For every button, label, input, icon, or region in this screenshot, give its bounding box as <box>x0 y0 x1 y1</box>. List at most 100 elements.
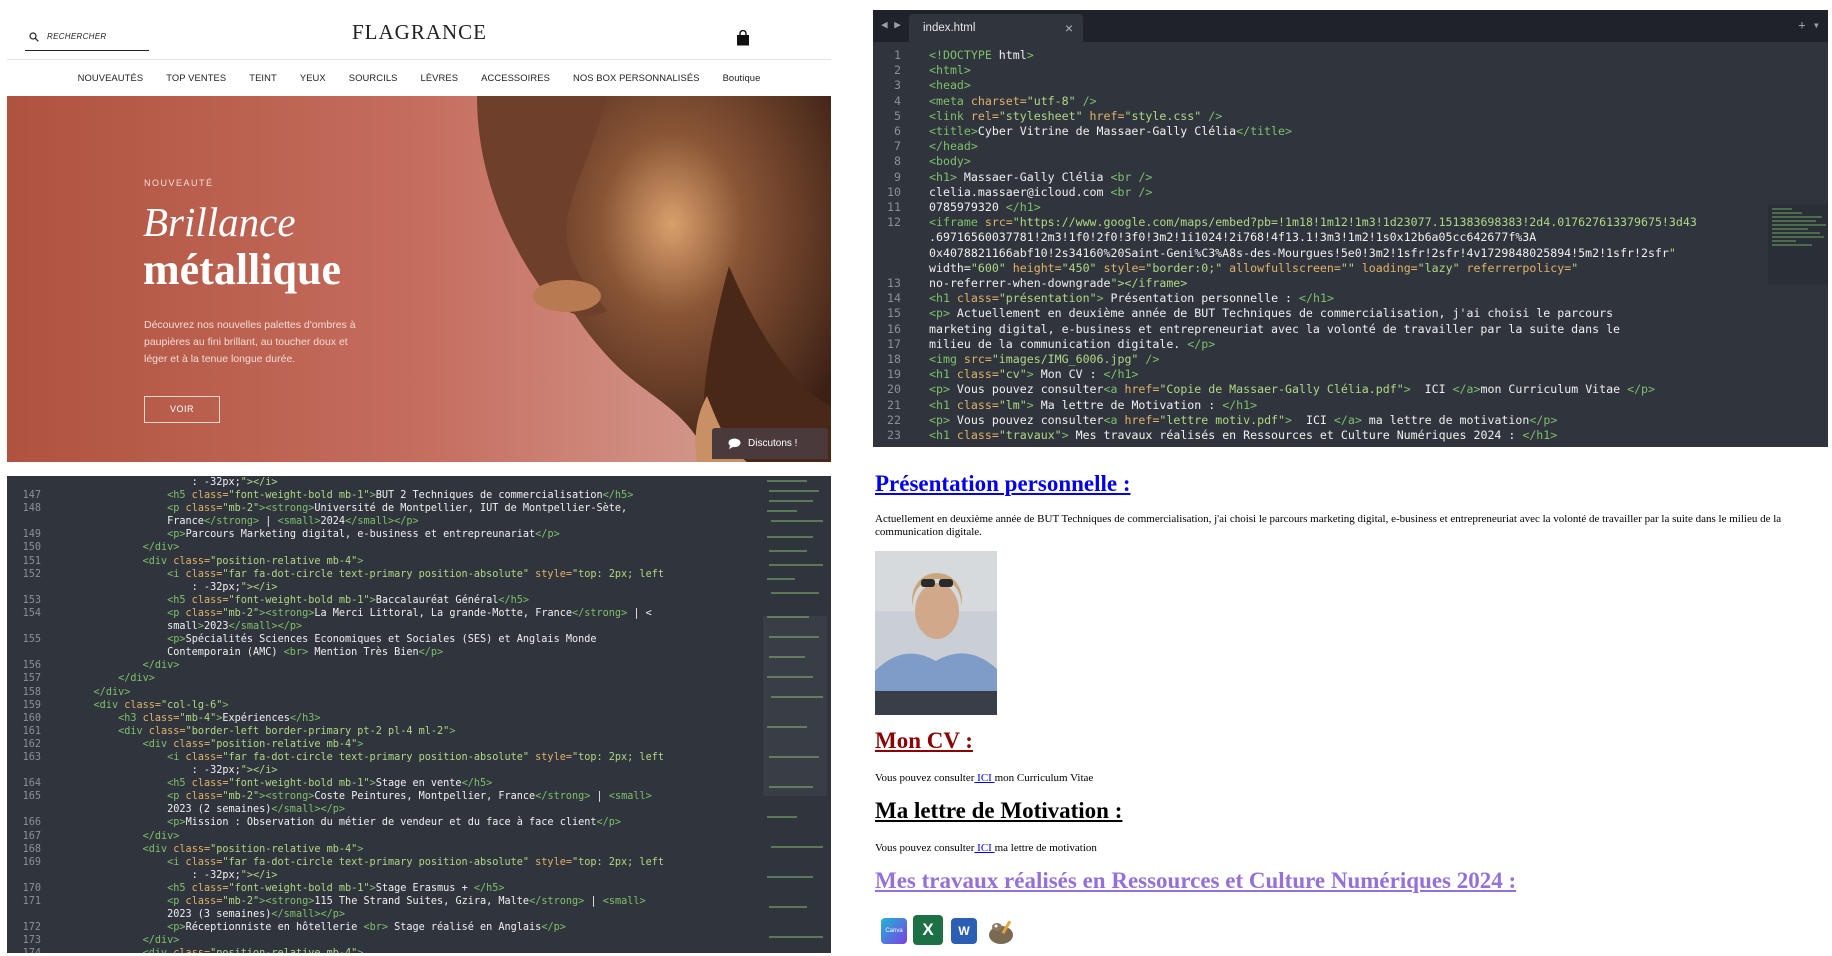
code-line[interactable]: </div> <box>69 541 759 554</box>
code-line[interactable]: </div> <box>69 686 759 699</box>
code-area[interactable]: <!DOCTYPE html> <html> <head> <meta charset… <box>929 48 1749 443</box>
code-line[interactable]: Contemporain (AMC) <br> Mention Très Bie… <box>69 646 759 659</box>
line-number-gutter: 147 148 149 150 151 152 153 154 155 156 157 158… <box>7 476 41 953</box>
code-line[interactable]: <p>Spécialités Sciences Economiques et S… <box>69 633 759 646</box>
code-line[interactable]: <iframe src="https://www.google.com/maps… <box>929 215 1749 230</box>
code-line[interactable]: </head> <box>929 139 1749 154</box>
code-line[interactable]: <i class="far fa-dot-circle text-primary… <box>69 568 759 581</box>
code-line[interactable]: <div class="position-relative mb-4"> <box>69 947 759 953</box>
code-line[interactable]: <link rel="stylesheet" href="style.css" … <box>929 109 1749 124</box>
code-line[interactable]: </div> <box>69 672 759 685</box>
code-line[interactable]: <p class="mb-2"><strong>115 The Strand S… <box>69 895 759 908</box>
code-line[interactable]: <p class="mb-2"><strong>Coste Peintures,… <box>69 790 759 803</box>
code-line[interactable]: : -32px;"></i> <box>69 869 759 882</box>
tab-index-html[interactable]: index.html × <box>909 14 1083 42</box>
code-line[interactable]: </div> <box>69 659 759 672</box>
code-line[interactable]: <head> <box>929 78 1749 93</box>
search-bar[interactable] <box>25 29 149 51</box>
code-area[interactable]: : -32px;"></i> <h5 class="font-weight-bo… <box>69 476 759 953</box>
code-line[interactable]: 0x4078821166abf10!2s34160%20Saint-Geni%C… <box>929 246 1749 261</box>
code-line[interactable]: <p>Réceptionniste en hôtellerie <br> Sta… <box>69 921 759 934</box>
code-line[interactable]: : -32px;"></i> <box>69 581 759 594</box>
code-line[interactable]: <p>Mission : Observation du métier de ve… <box>69 816 759 829</box>
code-line[interactable]: 2023 (3 semaines)</small></p> <box>69 908 759 921</box>
nav-item-accessoires[interactable]: ACCESSOIRES <box>470 72 562 92</box>
code-line[interactable]: <title>Cyber Vitrine de Massaer-Gally Cl… <box>929 124 1749 139</box>
code-line[interactable]: width="600" height="450" style="border:0… <box>929 261 1749 276</box>
code-line[interactable]: clelia.massaer@icloud.com <br /> <box>929 185 1749 200</box>
code-line[interactable]: : -32px;"></i> <box>69 476 759 489</box>
minimap[interactable] <box>1768 42 1828 447</box>
nav-item-boutique[interactable]: Boutique <box>711 72 772 92</box>
line-number: 1 <box>894 48 901 62</box>
search-input[interactable] <box>45 31 149 42</box>
code-line[interactable]: <!DOCTYPE html> <box>929 48 1749 63</box>
code-line[interactable]: <p> Vous pouvez consulter<a href="Copie … <box>929 382 1749 397</box>
code-line[interactable]: .69716560037781!2m3!1f0!2f0!3f0!3m2!1i10… <box>929 230 1749 245</box>
code-line[interactable]: </div> <box>69 934 759 947</box>
code-line[interactable]: <h1 class="travaux"> Mes travaux réalisé… <box>929 428 1749 443</box>
code-line[interactable]: <h3 class="mb-4">Expériences</h3> <box>69 712 759 725</box>
line-number <box>7 764 41 777</box>
code-line[interactable]: <i class="far fa-dot-circle text-primary… <box>69 856 759 869</box>
nav-item-teint[interactable]: TEINT <box>238 72 289 92</box>
code-line[interactable]: <div class="border-left border-primary p… <box>69 725 759 738</box>
brand-logo[interactable]: FLAGRANCE <box>352 20 486 45</box>
nav-item-sourcils[interactable]: SOURCILS <box>337 72 409 92</box>
code-line[interactable]: no-referrer-when-downgrade"></iframe> <box>929 276 1749 291</box>
code-line[interactable]: <div class="position-relative mb-4"> <box>69 555 759 568</box>
code-line[interactable]: : -32px;"></i> <box>69 764 759 777</box>
code-line[interactable]: <p class="mb-2"><strong>Université de Mo… <box>69 502 759 515</box>
code-line[interactable]: <h5 class="font-weight-bold mb-1">Stage … <box>69 777 759 790</box>
chat-label: Discutons ! <box>748 438 798 449</box>
close-icon[interactable]: × <box>1065 14 1073 42</box>
line-number <box>7 646 41 659</box>
tab-nav-arrows-icon[interactable]: ◀ ▶ <box>881 18 901 31</box>
code-line[interactable]: <i class="far fa-dot-circle text-primary… <box>69 751 759 764</box>
nav-item-levres[interactable]: LÈVRES <box>409 72 470 92</box>
code-line[interactable]: 0785979320 </h1> <box>929 200 1749 215</box>
code-line[interactable]: <h5 class="font-weight-bold mb-1">BUT 2 … <box>69 489 759 502</box>
code-line[interactable]: <div class="col-lg-6"> <box>69 699 759 712</box>
code-line[interactable]: <meta charset="utf-8" /> <box>929 94 1749 109</box>
cv-link[interactable]: ICI <box>974 772 994 784</box>
minimap[interactable] <box>759 476 831 953</box>
nav-item-yeux[interactable]: YEUX <box>288 72 337 92</box>
code-line[interactable]: <h5 class="font-weight-bold mb-1">Baccal… <box>69 594 759 607</box>
code-line[interactable]: <html> <box>929 63 1749 78</box>
code-line[interactable]: <img src="images/IMG_6006.jpg" /> <box>929 352 1749 367</box>
code-editor-cv: 147 148 149 150 151 152 153 154 155 156 157 158… <box>7 476 831 953</box>
voir-button[interactable]: VOIR <box>144 396 220 423</box>
code-line[interactable]: small>2023</small></p> <box>69 620 759 633</box>
code-line[interactable]: <h1 class="présentation"> Présentation p… <box>929 291 1749 306</box>
code-line[interactable]: <p> Actuellement en deuxième année de BU… <box>929 306 1749 321</box>
line-number: 20 <box>887 382 901 397</box>
editor-body[interactable]: 147 148 149 150 151 152 153 154 155 156 157 158… <box>7 476 831 953</box>
code-line[interactable]: <h1 class="cv"> Mon CV : </h1> <box>929 367 1749 382</box>
nav-item-box[interactable]: NOS BOX PERSONNALISÉS <box>561 72 711 92</box>
line-number: 10 <box>887 184 901 199</box>
nav-item-nouveautes[interactable]: NOUVEAUTÉS <box>66 72 155 92</box>
shopping-bag-icon[interactable] <box>736 30 750 46</box>
code-line[interactable]: France</strong> | <small>2024</small></p… <box>69 515 759 528</box>
tab-actions-icon[interactable]: + ▾ <box>1798 18 1820 32</box>
code-line[interactable]: <h5 class="font-weight-bold mb-1">Stage … <box>69 882 759 895</box>
code-line[interactable]: <div class="position-relative mb-4"> <box>69 738 759 751</box>
code-line[interactable]: <p> Vous pouvez consulter<a href="lettre… <box>929 413 1749 428</box>
code-line[interactable]: <p>Parcours Marketing digital, e-busines… <box>69 528 759 541</box>
code-line[interactable]: <div class="position-relative mb-4"> <box>69 843 759 856</box>
code-line[interactable]: <p class="mb-2"><strong>La Merci Littora… <box>69 607 759 620</box>
chat-button[interactable]: Discutons ! <box>712 428 828 459</box>
code-line[interactable]: marketing digital, e-business et entrepr… <box>929 322 1749 337</box>
line-number: 8 <box>894 154 901 169</box>
lm-link[interactable]: ICI <box>974 842 994 854</box>
code-line[interactable]: <h1 class="lm"> Ma lettre de Motivation … <box>929 398 1749 413</box>
code-line[interactable]: milieu de la communication digitale. </p… <box>929 337 1749 352</box>
nav-item-top-ventes[interactable]: TOP VENTES <box>155 72 238 92</box>
editor-body[interactable]: 1 2 3 4 5 6 7 8 9 10 11 12 13 14 15 16 17 18 19 20 21 22 23 <… <box>873 42 1828 447</box>
code-line[interactable]: 2023 (2 semaines)</small></p> <box>69 803 759 816</box>
lm-text-after: ma lettre de motivation <box>994 842 1097 854</box>
code-line[interactable]: <body> <box>929 154 1749 169</box>
code-line[interactable]: <h1> Massaer-Gally Clélia <br /> <box>929 170 1749 185</box>
code-line[interactable]: </div> <box>69 830 759 843</box>
